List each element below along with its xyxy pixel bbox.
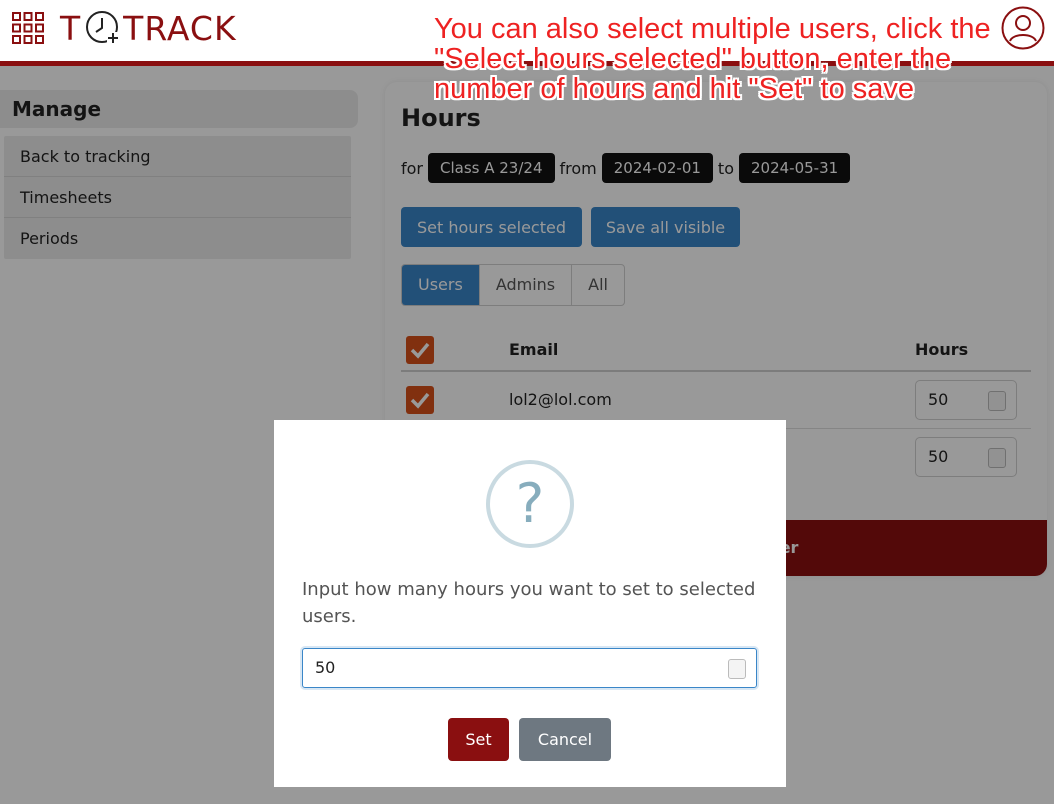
clock-plus-icon (86, 11, 120, 44)
logo-text-left: T (60, 8, 82, 48)
hours-amount-value: 50 (315, 658, 336, 677)
app-logo[interactable]: T TRACK (60, 8, 237, 48)
set-hours-dialog: ? Input how many hours you want to set t… (274, 420, 786, 787)
dialog-message: Input how many hours you want to set to … (302, 579, 756, 627)
hours-amount-input[interactable]: 50 (302, 648, 757, 688)
question-icon: ? (486, 460, 574, 548)
svg-text:?: ? (516, 472, 545, 535)
set-button[interactable]: Set (448, 718, 509, 761)
grid-icon[interactable] (12, 12, 44, 44)
spinner-icon[interactable] (728, 659, 746, 679)
cancel-button[interactable]: Cancel (519, 718, 611, 761)
tutorial-annotation: You can also select multiple users, clic… (434, 13, 991, 105)
user-avatar-icon[interactable] (1001, 6, 1045, 50)
logo-text-right: TRACK (123, 8, 237, 48)
